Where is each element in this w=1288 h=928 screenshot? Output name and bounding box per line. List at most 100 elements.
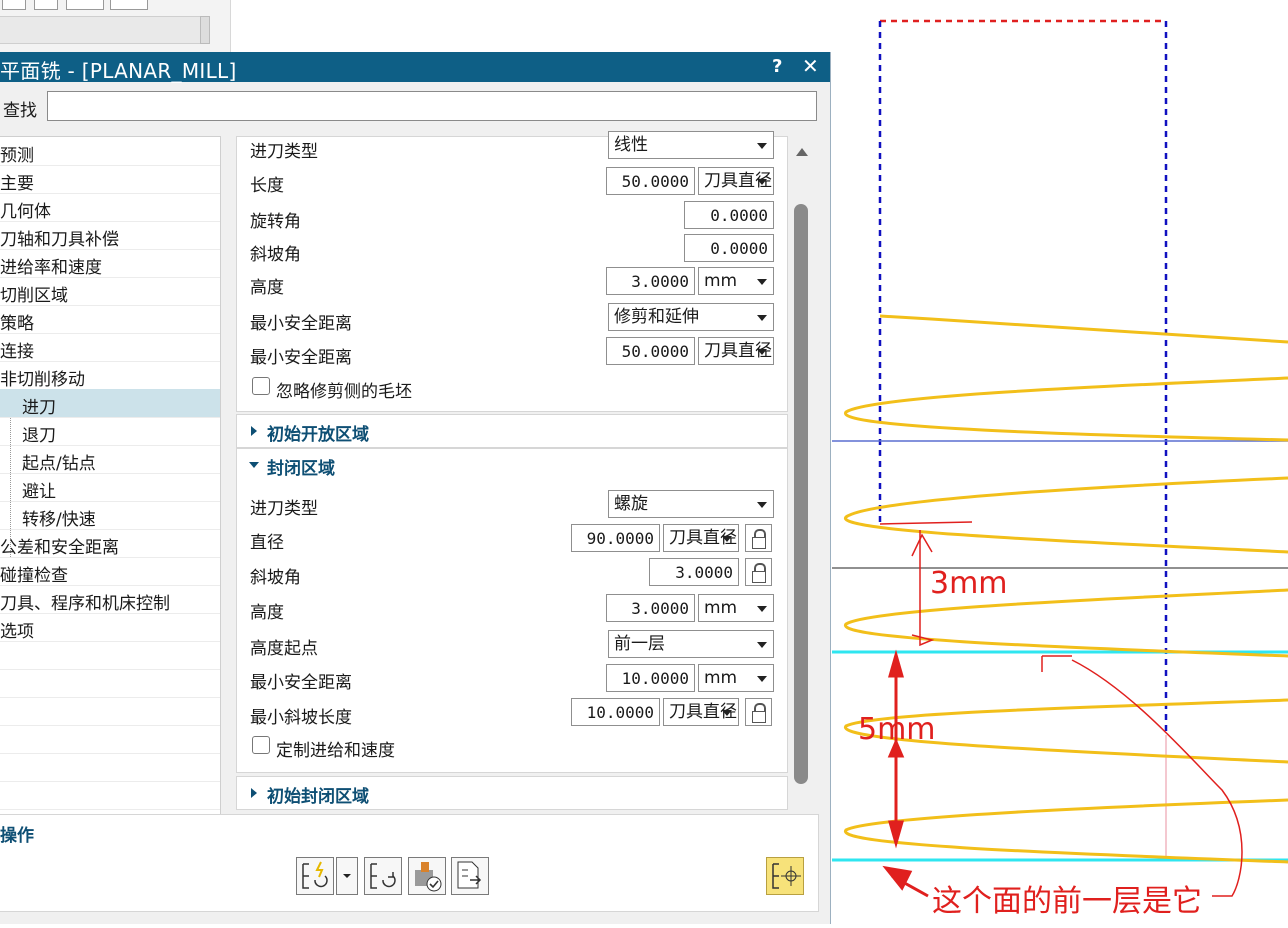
search-input[interactable]	[47, 91, 817, 121]
custom-feed-checkbox[interactable]	[252, 736, 270, 754]
closed-diameter-label: 直径	[250, 533, 284, 553]
tree-item-label: 起点/钻点	[22, 454, 96, 474]
chevron-down-icon	[722, 710, 732, 716]
dialog-title: 平面铣 - [PLANAR_MILL]	[0, 59, 237, 83]
toolpath-view	[832, 19, 1288, 898]
close-button[interactable]: ✕	[802, 54, 819, 78]
open-ramp-angle-field[interactable]: 0.0000	[684, 234, 774, 262]
background-toolbar-strip	[0, 0, 231, 52]
tree-item[interactable]: 非切削移动	[0, 361, 220, 390]
open-length-label: 长度	[250, 176, 284, 196]
toolbar-icon[interactable]	[34, 0, 58, 10]
help-button[interactable]: ?	[772, 56, 782, 77]
closed-entry-type-value: 螺旋	[614, 494, 648, 514]
open-length-unit-select[interactable]: 刀具直径	[698, 167, 774, 195]
tree-item-label: 进给率和速度	[0, 258, 102, 278]
open-height-unit-select[interactable]: mm	[698, 267, 774, 295]
ignore-trim-label: 忽略修剪侧的毛坯	[276, 382, 412, 402]
chevron-down-icon	[722, 536, 732, 542]
display-icon[interactable]	[766, 857, 804, 895]
tree-empty-row	[0, 753, 220, 782]
tree-item[interactable]: 进刀	[0, 389, 220, 418]
tree-item[interactable]: 公差和安全距离	[0, 529, 220, 558]
open-min-clear2-unit-select[interactable]: 刀具直径	[698, 337, 774, 365]
open-min-clear-mode-select[interactable]: 修剪和延伸	[608, 303, 774, 331]
panel-scrollbar[interactable]	[790, 136, 814, 860]
tree-item-label: 刀轴和刀具补偿	[0, 230, 119, 250]
ramp-angle-lock-icon[interactable]	[745, 558, 772, 586]
tree-item[interactable]: 选项	[0, 613, 220, 642]
toolbar-icon[interactable]	[66, 0, 104, 10]
tree-item[interactable]: 连接	[0, 333, 220, 362]
tree-item[interactable]: 预测	[0, 137, 220, 166]
closed-height-unit: mm	[704, 598, 738, 618]
planar-mill-dialog: 平面铣 - [PLANAR_MILL] ? ✕ 查找 预测主要 几何体刀轴和刀具补…	[0, 52, 831, 924]
toolbar-icon[interactable]	[110, 0, 148, 10]
verify-icon[interactable]	[408, 857, 446, 895]
background-field	[0, 16, 209, 44]
closed-min-clear-unit-select[interactable]: mm	[698, 664, 774, 692]
tree-item[interactable]: 进给率和速度	[0, 249, 220, 278]
closed-diameter-unit-select[interactable]: 刀具直径	[663, 524, 739, 552]
section-initial-closed-area[interactable]: 初始封闭区域	[236, 776, 788, 810]
chevron-down-icon	[757, 502, 767, 508]
tree-item[interactable]: 碰撞检查	[0, 557, 220, 586]
tree-item-label: 预测	[0, 146, 34, 166]
open-min-clear2-field[interactable]: 50.0000	[606, 337, 695, 365]
tree-empty-row	[0, 641, 220, 670]
min-ramp-lock-icon[interactable]	[745, 698, 772, 726]
open-rotation-label: 旋转角	[250, 212, 301, 232]
closed-height-label: 高度	[250, 603, 284, 623]
tree-item[interactable]: 策略	[0, 305, 220, 334]
closed-area-group: 进刀类型 螺旋 直径 90.0000 刀具直径 斜坡角 3.0000 高度 3.…	[236, 482, 788, 773]
open-rotation-field[interactable]: 0.0000	[684, 201, 774, 229]
background-button[interactable]	[200, 16, 210, 44]
toolbar-icon[interactable]	[2, 0, 26, 10]
section-initial-closed-title: 初始封闭区域	[267, 787, 369, 807]
closed-min-ramp-field[interactable]: 10.0000	[571, 698, 660, 726]
closed-height-from-select[interactable]: 前一层	[608, 630, 774, 658]
list-icon[interactable]	[451, 857, 489, 895]
generate-menu-button[interactable]	[336, 857, 358, 895]
tree-item[interactable]: 刀轴和刀具补偿	[0, 221, 220, 250]
open-min-clear2-label: 最小安全距离	[250, 348, 352, 368]
tree-item-label: 主要	[0, 174, 34, 194]
tree-item[interactable]: 起点/钻点	[0, 445, 220, 474]
open-length-field[interactable]: 50.0000	[606, 167, 695, 195]
expand-arrow-icon	[251, 788, 257, 798]
parameters-panel: 进刀类型 线性 长度 50.0000 刀具直径 旋转角 0.0000 斜坡角 0…	[236, 131, 788, 862]
closed-ramp-angle-field[interactable]: 3.0000	[649, 558, 739, 586]
closed-height-field[interactable]: 3.0000	[606, 594, 695, 622]
closed-min-ramp-unit-select[interactable]: 刀具直径	[663, 698, 739, 726]
tree-item[interactable]: 刀具、程序和机床控制	[0, 585, 220, 614]
tree-item[interactable]: 切削区域	[0, 277, 220, 306]
section-initial-open-area[interactable]: 初始开放区域	[236, 414, 788, 448]
open-entry-type-select[interactable]: 线性	[608, 131, 774, 159]
section-closed-area[interactable]: 封闭区域	[236, 448, 788, 483]
closed-min-clear-field[interactable]: 10.0000	[606, 664, 695, 692]
open-min-clear-mode: 修剪和延伸	[614, 307, 699, 327]
tree-item[interactable]: 转移/快速	[0, 501, 220, 530]
generate-icon[interactable]	[296, 857, 334, 895]
open-height-field[interactable]: 3.0000	[606, 267, 695, 295]
open-entry-type-label: 进刀类型	[250, 142, 318, 162]
closed-height-unit-select[interactable]: mm	[698, 594, 774, 622]
tree-item[interactable]: 退刀	[0, 417, 220, 446]
search-label: 查找	[3, 101, 37, 121]
chevron-down-icon	[757, 279, 767, 285]
replay-icon[interactable]	[364, 857, 402, 895]
closed-diameter-field[interactable]: 90.0000	[571, 524, 660, 552]
closed-height-from-label: 高度起点	[250, 639, 318, 659]
tree-item[interactable]: 避让	[0, 473, 220, 502]
ignore-trim-checkbox[interactable]	[252, 377, 270, 395]
diameter-lock-icon[interactable]	[745, 524, 772, 552]
collapse-arrow-icon	[249, 462, 259, 468]
scroll-up-icon[interactable]	[796, 148, 808, 156]
tree-item[interactable]: 几何体	[0, 193, 220, 222]
tree-item-label: 避让	[22, 482, 56, 502]
tree-item[interactable]: 主要	[0, 165, 220, 194]
closed-entry-type-select[interactable]: 螺旋	[608, 490, 774, 518]
scrollbar-thumb[interactable]	[794, 204, 808, 784]
graphics-canvas[interactable]: 3mm 5mm 这个面的前一层是它	[832, 0, 1288, 924]
tree-empty-row	[0, 781, 220, 810]
